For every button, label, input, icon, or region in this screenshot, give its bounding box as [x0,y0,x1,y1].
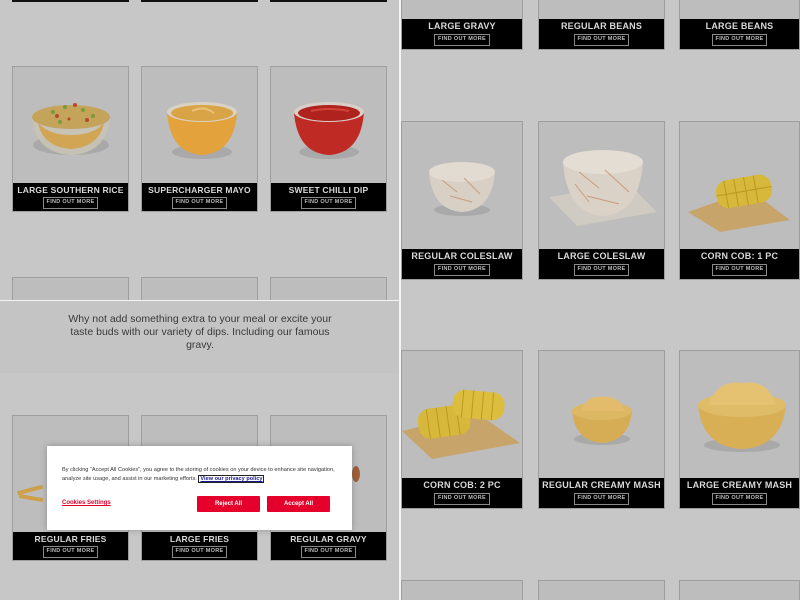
product-bar: CORN COB: 1 PC FIND OUT MORE [680,249,799,279]
reject-all-button[interactable]: Reject All [197,496,260,512]
product-card-large-coleslaw[interactable]: LARGE COLESLAW FIND OUT MORE [538,121,665,280]
panel-right: LARGE GRAVY FIND OUT MORE REGULAR BEANS … [401,0,800,600]
product-bar: REGULAR COLESLAW FIND OUT MORE [402,249,522,279]
accept-all-button[interactable]: Accept All [267,496,330,512]
product-bar: LARGE GRAVY FIND OUT MORE [402,19,522,49]
product-name: REGULAR GRAVY [290,533,367,544]
product-card-partial [12,277,129,300]
product-name: LARGE BEANS [705,21,774,32]
find-out-more-button[interactable]: FIND OUT MORE [711,34,768,46]
product-image [402,351,522,478]
product-image [142,67,257,183]
product-image [402,122,522,249]
product-card-supercharger-mayo[interactable]: SUPERCHARGER MAYO FIND OUT MORE [141,66,258,212]
product-card-regular-creamy-mash[interactable]: REGULAR CREAMY MASH FIND OUT MORE [538,350,665,509]
product-image [13,67,128,183]
find-out-more-button[interactable]: FIND OUT MORE [434,264,490,276]
product-bar: REGULAR CREAMY MASH FIND OUT MORE [539,478,664,508]
card-partial-top [12,0,129,2]
cookie-banner: By clicking “Accept All Cookies”, you ag… [47,446,352,530]
product-name: LARGE SOUTHERN RICE [17,184,124,195]
product-bar: REGULAR BEANS FIND OUT MORE [539,19,664,49]
find-out-more-button[interactable]: FIND OUT MORE [711,493,768,505]
find-out-more-button[interactable]: FIND OUT MORE [434,34,490,46]
product-bar: LARGE COLESLAW FIND OUT MORE [539,249,664,279]
product-bar: LARGE CREAMY MASH FIND OUT MORE [680,478,799,508]
product-bar: REGULAR GRAVY FIND OUT MORE [271,532,386,560]
product-name: CORN COB: 2 PC [423,480,501,491]
product-name: LARGE GRAVY [428,21,496,32]
product-bar: SUPERCHARGER MAYO FIND OUT MORE [142,183,257,211]
intro-section: Why not add something extra to your meal… [0,301,399,373]
product-card-regular-coleslaw[interactable]: REGULAR COLESLAW FIND OUT MORE [401,121,523,280]
product-image [271,67,386,183]
find-out-more-button[interactable]: FIND OUT MORE [573,264,630,276]
cookies-settings-link[interactable]: Cookies Settings [62,500,111,506]
product-name: REGULAR BEANS [560,21,643,32]
product-name: REGULAR FRIES [34,533,107,544]
cookie-text-block: By clicking “Accept All Cookies”, you ag… [62,466,342,484]
privacy-policy-link[interactable]: View our privacy policy [198,475,265,483]
product-name: SWEET CHILLI DIP [288,184,369,195]
find-out-more-button[interactable]: FIND OUT MORE [573,34,630,46]
product-card-partial [141,277,258,300]
find-out-more-button[interactable]: FIND OUT MORE [42,546,99,558]
product-name: REGULAR COLESLAW [411,251,513,262]
find-out-more-button[interactable]: FIND OUT MORE [573,493,630,505]
product-card-large-beans[interactable]: LARGE BEANS FIND OUT MORE [679,0,800,50]
product-bar: LARGE SOUTHERN RICE FIND OUT MORE [13,183,128,211]
find-out-more-button[interactable]: FIND OUT MORE [300,546,357,558]
product-name: REGULAR CREAMY MASH [542,480,661,491]
find-out-more-button[interactable]: FIND OUT MORE [711,264,768,276]
product-card-sweet-chilli-dip[interactable]: SWEET CHILLI DIP FIND OUT MORE [270,66,387,212]
product-card-partial [538,580,665,600]
product-name: LARGE FRIES [169,533,230,544]
product-name: LARGE CREAMY MASH [686,480,793,491]
product-name: LARGE COLESLAW [557,251,646,262]
product-card-partial [270,277,387,300]
product-card-partial [679,580,800,600]
product-card-large-creamy-mash[interactable]: LARGE CREAMY MASH FIND OUT MORE [679,350,800,509]
product-image [539,122,664,249]
product-bar: SWEET CHILLI DIP FIND OUT MORE [271,183,386,211]
product-name: CORN COB: 1 PC [700,251,779,262]
product-image [539,351,664,478]
product-bar: LARGE FRIES FIND OUT MORE [142,532,257,560]
find-out-more-button[interactable]: FIND OUT MORE [171,546,228,558]
product-name: SUPERCHARGER MAYO [148,184,251,195]
product-card-large-southern-rice[interactable]: LARGE SOUTHERN RICE FIND OUT MORE [12,66,129,212]
product-card-large-gravy[interactable]: LARGE GRAVY FIND OUT MORE [401,0,523,50]
product-image [680,351,799,478]
find-out-more-button[interactable]: FIND OUT MORE [434,493,490,505]
product-card-partial [401,580,523,600]
find-out-more-button[interactable]: FIND OUT MORE [171,197,228,209]
product-image [680,122,799,249]
intro-text: Why not add something extra to your meal… [68,313,332,351]
product-card-regular-beans[interactable]: REGULAR BEANS FIND OUT MORE [538,0,665,50]
find-out-more-button[interactable]: FIND OUT MORE [300,197,357,209]
panel-top-left: LARGE SOUTHERN RICE FIND OUT MORE SUPERC… [0,0,399,300]
product-bar: LARGE BEANS FIND OUT MORE [680,19,799,49]
card-partial-top [141,0,258,2]
product-card-corn-cob-1pc[interactable]: CORN COB: 1 PC FIND OUT MORE [679,121,800,280]
card-partial-top [270,0,387,2]
product-bar: REGULAR FRIES FIND OUT MORE [13,532,128,560]
product-card-corn-cob-2pc[interactable]: CORN COB: 2 PC FIND OUT MORE [401,350,523,509]
find-out-more-button[interactable]: FIND OUT MORE [42,197,99,209]
product-bar: CORN COB: 2 PC FIND OUT MORE [402,478,522,508]
